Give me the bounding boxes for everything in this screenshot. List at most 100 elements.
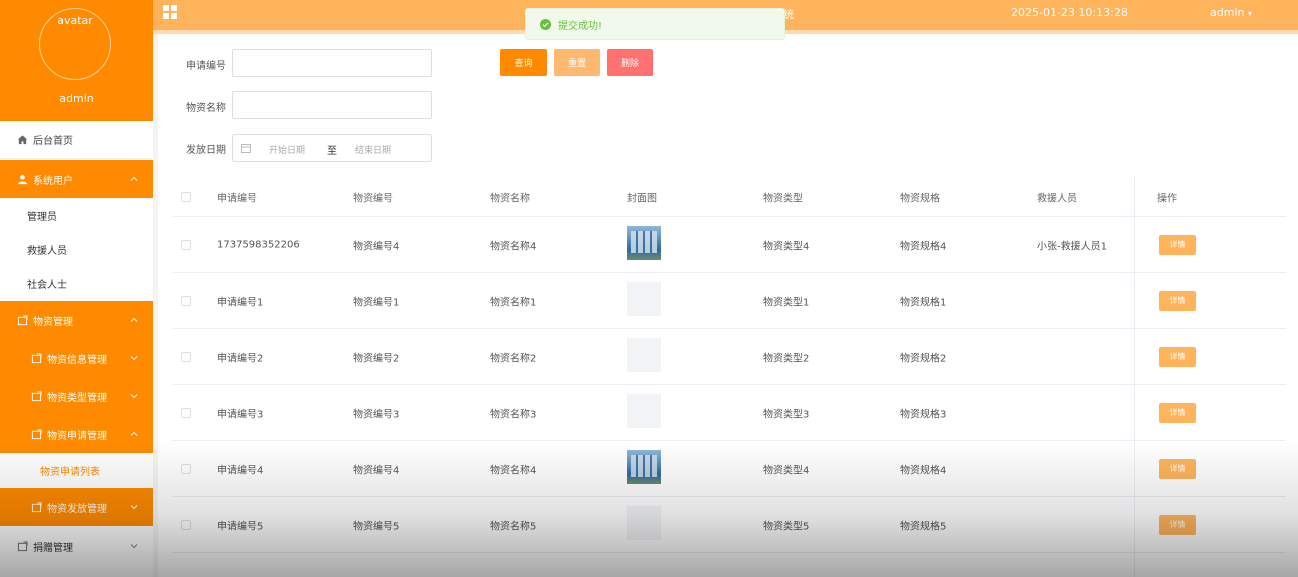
- detail-button[interactable]: 详情: [1159, 514, 1196, 535]
- cell-material-name: 物资名称4: [490, 241, 537, 252]
- sidebar-item-public[interactable]: 社会人士: [0, 266, 153, 300]
- sidebar-item-material-mgmt[interactable]: 物资管理: [0, 301, 153, 339]
- cell-material-code: 物资编号4: [353, 241, 400, 252]
- cell-material-name: 物资名称5: [490, 521, 537, 532]
- apply-no-input[interactable]: [232, 49, 432, 77]
- cell-rescuer: 小张-救援人员1: [1037, 241, 1107, 252]
- success-icon: [540, 18, 551, 30]
- user-icon: [16, 173, 28, 185]
- profile-panel: avatar admin: [0, 0, 153, 121]
- date-start-placeholder: 开始日期: [269, 146, 306, 156]
- cell-cover-image[interactable]: [627, 506, 661, 540]
- sidebar-item-material-apply[interactable]: 物资申请管理: [0, 415, 153, 453]
- chevron-up-icon: [130, 431, 138, 436]
- sidebar-item-system-users[interactable]: 系统用户: [0, 160, 153, 198]
- row-checkbox[interactable]: [181, 295, 191, 306]
- issue-date-label: 发放日期: [186, 145, 226, 156]
- detail-button[interactable]: 详情: [1159, 458, 1196, 479]
- cell-material-name: 物资名称4: [490, 465, 537, 476]
- detail-button[interactable]: 详情: [1159, 290, 1196, 311]
- sidebar-item-donation[interactable]: 捐赠管理: [0, 527, 153, 565]
- folder-icon: [30, 352, 42, 364]
- apply-no-label: 申请编号: [186, 61, 226, 72]
- detail-button[interactable]: 详情: [1159, 402, 1196, 423]
- cell-material-type: 物资类型4: [763, 465, 810, 476]
- row-checkbox[interactable]: [181, 519, 191, 530]
- user-name: admin: [1210, 6, 1245, 19]
- sidebar-item-label: 物资管理: [33, 316, 73, 328]
- col-cover: 封面图: [627, 193, 657, 204]
- cell-cover-image[interactable]: [627, 282, 661, 316]
- cell-material-spec: 物资规格4: [900, 465, 947, 476]
- chevron-down-icon: [130, 505, 138, 510]
- detail-button[interactable]: 详情: [1159, 346, 1196, 367]
- row-checkbox[interactable]: [181, 239, 191, 250]
- cell-material-type: 物资类型5: [763, 521, 810, 532]
- col-rescuer: 救援人员: [1037, 193, 1077, 204]
- home-icon: [16, 134, 28, 146]
- sidebar-item-label: 物资信息管理: [47, 354, 107, 366]
- sidebar-item-material-info[interactable]: 物资信息管理: [0, 339, 153, 377]
- sidebar-item-material-type[interactable]: 物资类型管理: [0, 377, 153, 415]
- col-material-spec: 物资规格: [900, 193, 940, 204]
- material-name-input[interactable]: [232, 91, 432, 119]
- user-menu[interactable]: admin ▾: [1210, 6, 1252, 19]
- cell-cover-image[interactable]: [627, 394, 661, 428]
- grid-menu-icon[interactable]: [163, 5, 177, 19]
- delete-button[interactable]: 删除: [607, 49, 653, 76]
- profile-username: admin: [59, 92, 94, 105]
- cell-material-code: 物资编号2: [353, 353, 400, 364]
- sidebar-item-label: 物资类型管理: [47, 392, 107, 404]
- row-checkbox[interactable]: [181, 351, 191, 362]
- col-material-code: 物资编号: [353, 193, 393, 204]
- cell-material-spec: 物资规格5: [900, 521, 947, 532]
- row-checkbox[interactable]: [181, 407, 191, 418]
- date-separator: 至: [327, 146, 337, 157]
- cell-material-spec: 物资规格4: [900, 241, 947, 252]
- chevron-up-icon: [130, 317, 138, 322]
- cell-apply-no: 申请编号3: [217, 409, 264, 420]
- cell-material-code: 物资编号3: [353, 409, 400, 420]
- cell-apply-no: 申请编号4: [217, 465, 264, 476]
- folder-icon: [16, 540, 28, 552]
- calendar-icon: [241, 144, 251, 153]
- cell-material-type: 物资类型2: [763, 353, 810, 364]
- sidebar-item-admins[interactable]: 管理员: [0, 198, 153, 232]
- cell-material-name: 物资名称3: [490, 409, 537, 420]
- col-material-type: 物资类型: [763, 193, 803, 204]
- sidebar-item-material-issue[interactable]: 物资发放管理: [0, 488, 153, 526]
- success-toast: 提交成功!: [525, 8, 785, 40]
- sidebar-item-material-apply-list[interactable]: 物资申请列表: [0, 453, 153, 488]
- reset-button[interactable]: 重置: [554, 49, 600, 76]
- cell-apply-no: 1737598352206: [217, 239, 300, 250]
- cell-cover-image[interactable]: [627, 450, 661, 484]
- cell-material-spec: 物资规格1: [900, 297, 947, 308]
- avatar[interactable]: avatar: [39, 8, 111, 80]
- sidebar-item-label: 社会人士: [27, 279, 67, 291]
- cell-material-spec: 物资规格2: [900, 353, 947, 364]
- chevron-down-icon: [130, 394, 138, 399]
- cell-material-type: 物资类型1: [763, 297, 810, 308]
- cell-material-spec: 物资规格3: [900, 409, 947, 420]
- col-material-name: 物资名称: [490, 193, 530, 204]
- folder-icon: [30, 501, 42, 513]
- cell-apply-no: 申请编号5: [217, 521, 264, 532]
- cell-apply-no: 申请编号2: [217, 353, 264, 364]
- sidebar-item-rescuers[interactable]: 救援人员: [0, 232, 153, 266]
- main-content: 申请编号 物资名称 发放日期 开始日期 至 结束日期 查询 重置 删除 申请编号…: [158, 34, 1298, 577]
- table-row: 申请编号4 物资编号4 物资名称4 物资类型4 物资规格4 详情: [172, 441, 1286, 497]
- issue-date-range[interactable]: 开始日期 至 结束日期: [232, 134, 432, 162]
- sidebar-item-label: 救援人员: [27, 245, 67, 257]
- sidebar-item-label: 后台首页: [33, 136, 73, 147]
- sidebar-item-home[interactable]: 后台首页: [0, 121, 153, 159]
- detail-button[interactable]: 详情: [1159, 234, 1196, 255]
- cell-material-code: 物资编号1: [353, 297, 400, 308]
- table-row: 申请编号2 物资编号2 物资名称2 物资类型2 物资规格2 详情: [172, 329, 1286, 385]
- search-button[interactable]: 查询: [500, 49, 547, 76]
- cell-cover-image[interactable]: [627, 226, 661, 260]
- select-all-checkbox[interactable]: [181, 191, 191, 202]
- row-checkbox[interactable]: [181, 463, 191, 474]
- folder-icon: [30, 390, 42, 402]
- cell-cover-image[interactable]: [627, 338, 661, 372]
- chevron-down-icon: [130, 356, 138, 361]
